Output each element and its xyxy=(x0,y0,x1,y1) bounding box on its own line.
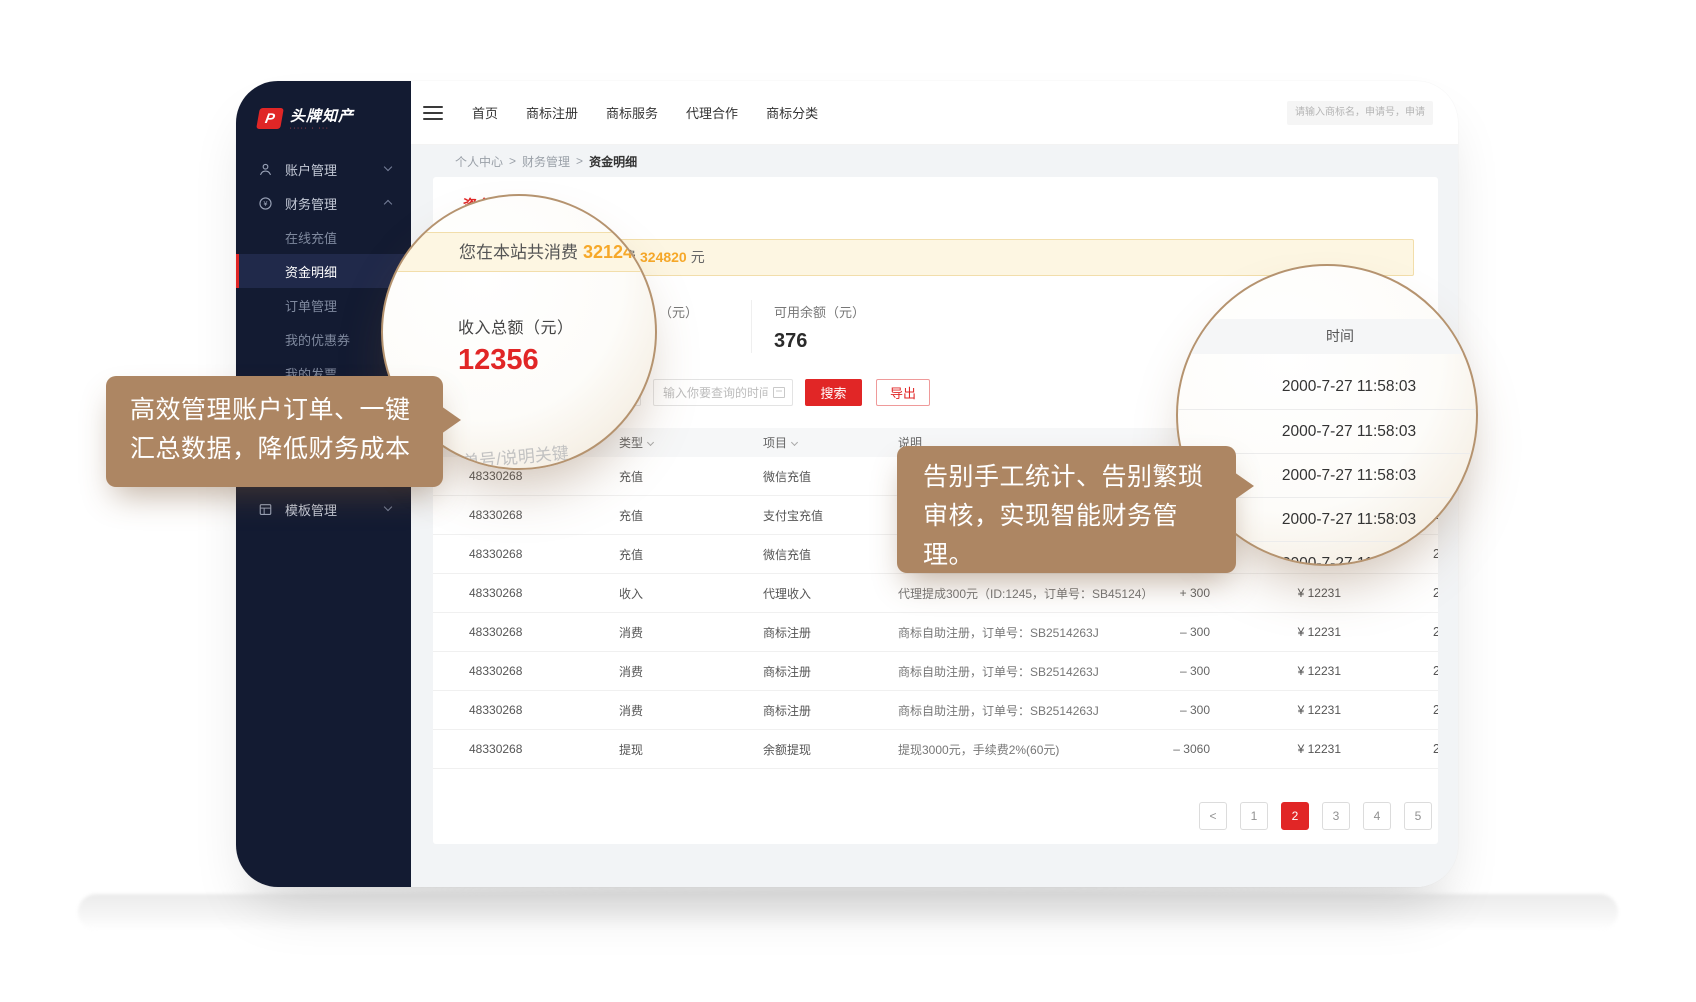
stat-label: 可用余额（元） xyxy=(774,302,865,321)
callout-line: 审核，实现智能财务管 xyxy=(923,497,1210,536)
stage: P 头牌知产 ····· · ··· 账户管理 ¥ 财务管理 xyxy=(0,0,1696,1002)
sidebar-item-templates[interactable]: 模板管理 xyxy=(236,492,411,526)
pagination-prev[interactable]: < xyxy=(1199,802,1227,830)
sidebar-item-finance[interactable]: ¥ 财务管理 xyxy=(236,186,411,220)
brand-name: 头牌知产 ····· · ··· xyxy=(290,105,354,132)
sidebar-item-label: 模板管理 xyxy=(285,500,337,519)
table-row: 48330268提现余额提现提现3000元，手续费2%(60元)– 3060¥ … xyxy=(433,730,1438,769)
magnified-time-header: 时间 xyxy=(1176,319,1478,354)
sidebar-item-account[interactable]: 账户管理 xyxy=(236,152,411,186)
top-navbar: 首页 商标注册 商标服务 代理合作 商标分类 xyxy=(411,81,1458,145)
table-row: 48330268消费商标注册商标自助注册，订单号：SB2514263J– 300… xyxy=(433,613,1438,652)
user-icon xyxy=(258,162,274,177)
nav-item-trademark-service[interactable]: 商标服务 xyxy=(606,103,658,122)
brand-logo-icon: P xyxy=(256,108,284,129)
callout-left: 高效管理账户订单、一键 汇总数据，降低财务成本 xyxy=(106,376,443,487)
calendar-icon[interactable] xyxy=(773,387,785,398)
hamburger-menu-icon[interactable] xyxy=(423,106,443,120)
brand-logo: P 头牌知产 ····· · ··· xyxy=(236,81,411,152)
magnified-placeholder-text: 订单号/说明关键 xyxy=(444,439,569,470)
banner-unit: 元 xyxy=(691,249,705,265)
magnified-banner: 您在本站共消费32124大 xyxy=(383,232,657,272)
search-button[interactable]: 搜索 xyxy=(805,379,862,406)
sidebar-item-label: 资金明细 xyxy=(285,262,337,281)
callout-right: 告别手工统计、告别繁琐 审核，实现智能财务管 理。 xyxy=(897,446,1236,573)
breadcrumb-item[interactable]: 财务管理 xyxy=(522,153,570,170)
nav-item-agent-cooperation[interactable]: 代理合作 xyxy=(686,103,738,122)
pagination: < 1 2 3 4 5 xyxy=(433,802,1432,830)
stat-label: （元） xyxy=(659,302,751,321)
header-project[interactable]: 项目 xyxy=(763,434,898,451)
sidebar-item-label: 我的优惠券 xyxy=(285,330,350,349)
magnified-time-cell: 2000-7-27 11:58:03 xyxy=(1178,365,1476,409)
export-button[interactable]: 导出 xyxy=(876,379,930,406)
magnified-income-label: 收入总额（元） xyxy=(458,314,574,338)
trademark-search-input[interactable] xyxy=(1287,101,1433,125)
table-row: 48330268消费商标注册商标自助注册，订单号：SB2514263J– 300… xyxy=(433,691,1438,730)
pagination-page-1[interactable]: 1 xyxy=(1240,802,1268,830)
svg-text:¥: ¥ xyxy=(264,200,268,208)
pagination-page-5[interactable]: 5 xyxy=(1404,802,1432,830)
callout-line: 高效管理账户订单、一键 xyxy=(130,391,419,430)
callout-line: 理。 xyxy=(923,536,1210,575)
stat-value: 376 xyxy=(774,330,865,353)
stat-balance: 可用余额（元） 376 xyxy=(751,300,865,353)
breadcrumb: 个人中心 > 财务管理 > 资金明细 xyxy=(411,145,1458,177)
pagination-page-2[interactable]: 2 xyxy=(1281,802,1309,830)
sort-caret-icon xyxy=(791,439,798,446)
table-row: 48330268收入代理收入代理提成300元（ID:1245，订单号：SB451… xyxy=(433,574,1438,613)
table-row: 48330268消费商标注册商标自助注册，订单号：SB2514263J– 300… xyxy=(433,652,1438,691)
magnified-income-value: 12356 xyxy=(458,344,539,377)
chevron-down-icon xyxy=(384,503,392,511)
nav-item-trademark-register[interactable]: 商标注册 xyxy=(526,103,578,122)
brand-tagline: ····· · ··· xyxy=(290,126,354,132)
date-input[interactable] xyxy=(653,379,793,406)
breadcrumb-item[interactable]: 个人中心 xyxy=(455,153,503,170)
callout-line: 汇总数据，降低财务成本 xyxy=(130,430,419,469)
sort-caret-icon xyxy=(647,439,654,446)
sidebar-item-label: 账户管理 xyxy=(285,160,337,179)
header-type[interactable]: 类型 xyxy=(619,434,763,451)
sidebar-item-label: 在线充值 xyxy=(285,228,337,247)
chevron-up-icon xyxy=(384,200,392,208)
finance-icon: ¥ xyxy=(258,196,274,211)
sidebar-item-label: 订单管理 xyxy=(285,296,337,315)
chevron-down-icon xyxy=(384,163,392,171)
breadcrumb-separator: > xyxy=(576,154,583,168)
pagination-page-3[interactable]: 3 xyxy=(1322,802,1350,830)
date-input-wrap xyxy=(653,379,793,406)
pagination-page-4[interactable]: 4 xyxy=(1363,802,1391,830)
brand-name-text: 头牌知产 xyxy=(290,108,354,125)
breadcrumb-current: 资金明细 xyxy=(589,153,637,170)
laptop-base xyxy=(78,894,1618,930)
breadcrumb-separator: > xyxy=(509,154,516,168)
nav-item-home[interactable]: 首页 xyxy=(472,103,498,122)
callout-line: 告别手工统计、告别繁琐 xyxy=(923,458,1210,497)
template-icon xyxy=(258,502,274,517)
nav-item-trademark-category[interactable]: 商标分类 xyxy=(766,103,818,122)
sidebar-item-label: 财务管理 xyxy=(285,194,337,213)
